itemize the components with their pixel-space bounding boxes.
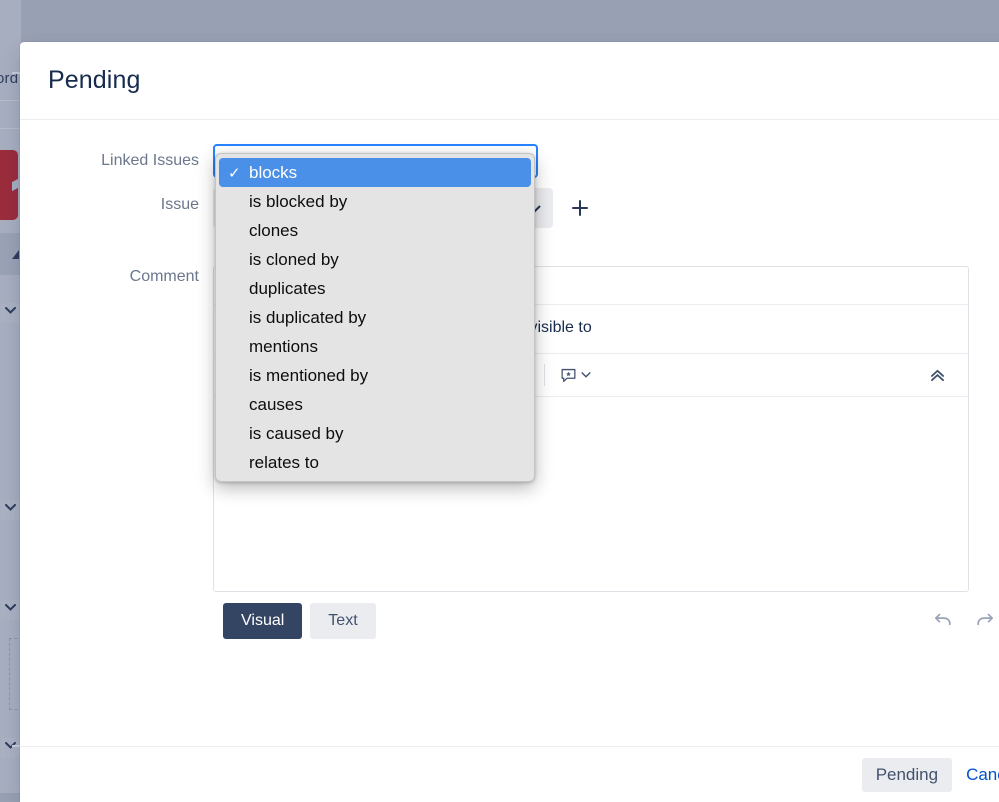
plus-icon xyxy=(570,198,590,218)
background-chevron-button[interactable] xyxy=(1,600,20,620)
check-icon: ✓ xyxy=(228,164,249,182)
dropdown-option-label: relates to xyxy=(249,453,319,473)
dropdown-option-label: is blocked by xyxy=(249,192,347,212)
link-type-dropdown-menu[interactable]: ✓blocks is blocked by clones is cloned by du… xyxy=(215,153,535,482)
dropdown-option-label: is cloned by xyxy=(249,250,339,270)
page-title: Pending xyxy=(48,66,140,95)
modal-header: Pending xyxy=(20,42,999,120)
redo-button[interactable] xyxy=(973,610,995,633)
dropdown-option[interactable]: causes xyxy=(219,390,531,419)
undo-icon xyxy=(933,610,955,628)
toolbar-group-mention xyxy=(547,360,603,390)
dropdown-option[interactable]: is caused by xyxy=(219,419,531,448)
background-chevron-button[interactable] xyxy=(1,500,20,520)
dropdown-option[interactable]: is blocked by xyxy=(219,187,531,216)
toolbar-separator xyxy=(544,364,545,386)
dropdown-option-label: is caused by xyxy=(249,424,344,444)
mention-icon xyxy=(559,366,578,385)
dropdown-option-label: duplicates xyxy=(249,279,326,299)
redo-icon xyxy=(973,610,995,628)
cancel-button[interactable]: Cancel xyxy=(966,765,999,785)
dropdown-option[interactable]: relates to xyxy=(219,448,531,477)
background-divider xyxy=(0,128,21,129)
pending-modal: Pending Linked Issues Issue xyxy=(20,42,999,802)
issue-label: Issue xyxy=(20,188,213,222)
chevron-down-icon xyxy=(581,372,591,378)
dropdown-option-label: mentions xyxy=(249,337,318,357)
submit-pending-button[interactable]: Pending xyxy=(862,758,952,792)
background-chevron-button[interactable] xyxy=(1,303,20,323)
dropdown-option[interactable]: mentions xyxy=(219,332,531,361)
dropdown-option-label: clones xyxy=(249,221,298,241)
history-buttons xyxy=(933,610,999,633)
linked-issues-label: Linked Issues xyxy=(20,144,213,178)
dropdown-option[interactable]: is mentioned by xyxy=(219,361,531,390)
comment-label: Comment xyxy=(20,262,213,292)
dropdown-option-label: is mentioned by xyxy=(249,366,368,386)
dropdown-option[interactable]: is duplicated by xyxy=(219,303,531,332)
dropdown-option-label: causes xyxy=(249,395,303,415)
undo-button[interactable] xyxy=(933,610,955,633)
editor-footer: Visual Text xyxy=(213,592,999,650)
background-divider xyxy=(0,100,21,101)
background-badge xyxy=(0,150,18,220)
chevron-up-double-icon xyxy=(929,368,946,383)
dropdown-option[interactable]: duplicates xyxy=(219,274,531,303)
dropdown-option[interactable]: clones xyxy=(219,216,531,245)
visual-mode-button[interactable]: Visual xyxy=(223,603,302,639)
mention-button[interactable] xyxy=(555,360,595,390)
dropdown-option-label: blocks xyxy=(249,163,297,183)
background-chevron-button[interactable] xyxy=(1,738,20,758)
background-marker-icon xyxy=(12,250,19,259)
collapse-toolbar-button[interactable] xyxy=(925,360,958,390)
add-link-button[interactable] xyxy=(567,195,593,221)
dropdown-option[interactable]: ✓blocks xyxy=(219,158,531,187)
modal-footer: Pending Cancel xyxy=(20,746,999,802)
dropdown-option[interactable]: is cloned by xyxy=(219,245,531,274)
text-mode-button[interactable]: Text xyxy=(310,603,375,639)
dropdown-option-label: is duplicated by xyxy=(249,308,366,328)
